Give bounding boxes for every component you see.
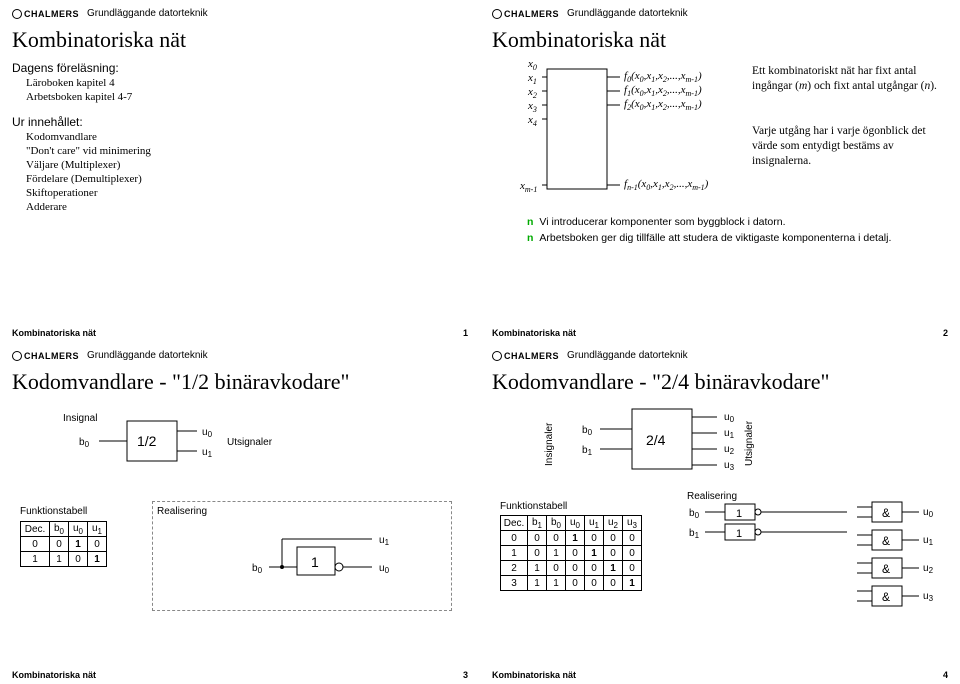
svg-text:u0: u0 bbox=[202, 427, 213, 439]
svg-text:1/2: 1/2 bbox=[137, 433, 157, 449]
svg-text:u0: u0 bbox=[724, 412, 735, 424]
slide-4: CHALMERSGrundläggande datorteknik Kodomv… bbox=[480, 342, 960, 684]
svg-text:x4: x4 bbox=[527, 114, 537, 128]
svg-text:&: & bbox=[882, 562, 890, 576]
block-1-2-avkodare: Insignal b0 1/2 u0 u1 Utsignaler bbox=[57, 411, 317, 481]
realisering-1-2: b0 1 u0 u1 bbox=[157, 517, 437, 597]
svg-text:u0: u0 bbox=[923, 507, 934, 519]
slide-title: Kombinatoriska nät bbox=[492, 27, 948, 53]
funktionstabell-label: Funktionstabell bbox=[20, 506, 107, 517]
svg-text:u1: u1 bbox=[379, 535, 390, 547]
svg-text:f2(x0,x1,x2,...,xm-1): f2(x0,x1,x2,...,xm-1) bbox=[624, 98, 702, 112]
bullet-1: Vi introducerar komponenter som byggbloc… bbox=[527, 216, 927, 229]
chalmers-logo: CHALMERS bbox=[12, 9, 79, 19]
svg-text:f0(x0,x1,x2,...,xm-1): f0(x0,x1,x2,...,xm-1) bbox=[624, 70, 702, 84]
svg-text:Insignaler: Insignaler bbox=[544, 422, 555, 466]
slide-3: CHALMERSGrundläggande datorteknik Kodomv… bbox=[0, 342, 480, 684]
heading-dagens: Dagens föreläsning: bbox=[12, 61, 468, 75]
realisering-label: Realisering bbox=[157, 506, 447, 517]
slide-title: Kodomvandlare - "1/2 binäravkodare" bbox=[12, 369, 468, 395]
li: Kodomvandlare bbox=[26, 131, 468, 143]
svg-text:u3: u3 bbox=[923, 591, 934, 603]
li: Skiftoperationer bbox=[26, 187, 468, 199]
slide-1: CHALMERS Grundläggande datorteknik Kombi… bbox=[0, 0, 480, 342]
footer-label: Kombinatoriska nät bbox=[12, 328, 96, 338]
svg-text:b1: b1 bbox=[689, 528, 700, 540]
slide-2: CHALMERSGrundläggande datorteknik Kombin… bbox=[480, 0, 960, 342]
svg-text:x2: x2 bbox=[527, 86, 537, 100]
svg-text:xm-1: xm-1 bbox=[519, 180, 537, 194]
page-number: 2 bbox=[943, 328, 948, 338]
svg-text:&: & bbox=[882, 506, 890, 520]
svg-text:u2: u2 bbox=[923, 563, 934, 575]
realisering-label: Realisering bbox=[687, 491, 947, 502]
li: Väljare (Multiplexer) bbox=[26, 159, 468, 171]
slide-title: Kodomvandlare - "2/4 binäravkodare" bbox=[492, 369, 948, 395]
truth-table-1-2: Dec.b0u0u1 0010 1101 bbox=[20, 521, 107, 567]
svg-text:f1(x0,x1,x2,...,xm-1): f1(x0,x1,x2,...,xm-1) bbox=[624, 84, 702, 98]
svg-text:Insignal: Insignal bbox=[63, 413, 97, 424]
truth-table-2-4: Dec.b1b0u0u1u2u3 0001000 1010100 2100010… bbox=[500, 515, 642, 591]
block-2-4-avkodare: Insignaler b0 b1 2/4 u0 u1 u2 u3 Utsigna… bbox=[542, 401, 902, 481]
li: Fördelare (Demultiplexer) bbox=[26, 173, 468, 185]
svg-text:x1: x1 bbox=[527, 72, 537, 86]
li: Arbetsboken kapitel 4-7 bbox=[26, 91, 468, 103]
svg-text:x0: x0 bbox=[527, 58, 537, 72]
svg-text:1: 1 bbox=[736, 528, 742, 540]
para2: Varje utgång har i varje ögonblick det v… bbox=[752, 124, 937, 169]
slide-title: Kombinatoriska nät bbox=[12, 27, 468, 53]
funktionstabell-label: Funktionstabell bbox=[500, 501, 642, 512]
svg-text:2/4: 2/4 bbox=[646, 432, 666, 448]
svg-text:fn-1(x0,x1,x2,...,xm-1): fn-1(x0,x1,x2,...,xm-1) bbox=[624, 178, 709, 192]
realisering-2-4: b0 1 b1 1 & u0 bbox=[687, 502, 947, 627]
para1: Ett kombinatoriskt nät har fixt antal in… bbox=[752, 64, 937, 94]
svg-text:Utsignaler: Utsignaler bbox=[227, 437, 273, 448]
li: "Don't care" vid minimering bbox=[26, 145, 468, 157]
svg-text:b0: b0 bbox=[582, 425, 593, 437]
svg-text:b0: b0 bbox=[252, 563, 263, 575]
svg-text:u1: u1 bbox=[923, 535, 934, 547]
svg-text:u1: u1 bbox=[724, 428, 735, 440]
bullet-2: Arbetsboken ger dig tillfälle att studer… bbox=[527, 232, 927, 245]
svg-text:b0: b0 bbox=[79, 437, 90, 449]
svg-text:&: & bbox=[882, 534, 890, 548]
li: Adderare bbox=[26, 201, 468, 213]
svg-text:x3: x3 bbox=[527, 100, 537, 114]
svg-text:u2: u2 bbox=[724, 444, 735, 456]
svg-text:b0: b0 bbox=[689, 508, 700, 520]
svg-text:u3: u3 bbox=[724, 460, 735, 472]
page-number: 3 bbox=[463, 670, 468, 680]
svg-text:Utsignaler: Utsignaler bbox=[744, 420, 755, 466]
svg-text:u1: u1 bbox=[202, 447, 213, 459]
svg-text:&: & bbox=[882, 590, 890, 604]
svg-text:1: 1 bbox=[736, 508, 742, 520]
svg-text:1: 1 bbox=[311, 554, 319, 570]
heading-innehall: Ur innehållet: bbox=[12, 115, 468, 129]
svg-text:b1: b1 bbox=[582, 445, 593, 457]
svg-text:u0: u0 bbox=[379, 563, 390, 575]
li: Läroboken kapitel 4 bbox=[26, 77, 468, 89]
course-label: Grundläggande datorteknik bbox=[87, 8, 208, 19]
combinational-net-diagram: x0 x1 x2 x3 x4 xm-1 f0(x0,x1,x2,...,xm-1… bbox=[492, 59, 742, 209]
slide-header: CHALMERS Grundläggande datorteknik bbox=[12, 8, 468, 19]
page-number: 4 bbox=[943, 670, 948, 680]
page-number: 1 bbox=[463, 328, 468, 338]
